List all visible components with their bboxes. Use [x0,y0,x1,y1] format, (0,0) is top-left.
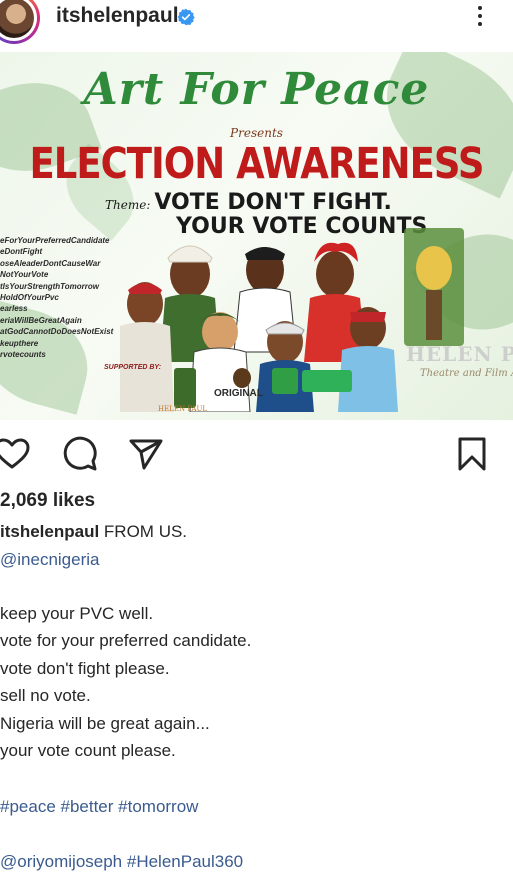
poster-hashtag: earless [0,304,28,314]
caption: itshelenpaul FROM US. [0,522,187,542]
poster-hashtag: tIsYourStrengthTomorrow [0,281,99,291]
poster-hashtag: HoldOfYourPvc [0,292,59,302]
caption-line: sell no vote. [0,686,91,705]
poster-title: Art For Peace [83,64,430,115]
bookmark-icon[interactable] [454,436,490,472]
avatar[interactable] [0,0,40,44]
action-bar [0,428,513,480]
poster-hashtag: oseAleaderDontCauseWar [0,258,101,268]
poster-event-title: ELECTION AWARENESS [29,138,485,189]
comment-icon[interactable] [62,436,98,472]
original-creation-text: ORIGINAL [214,388,263,399]
verified-badge-icon [177,8,195,26]
likes-count[interactable]: 2,069 likes [0,490,95,512]
poster-hashtag: eDontFight [0,247,43,257]
poster-hashtag: rvotecounts [0,349,46,359]
poster-theme-line-1: Theme: VOTE DON'T FIGHT. [105,190,392,215]
poster-hashtag: NotYourVote [0,270,49,280]
theme-label: Theme: [105,198,151,212]
supported-by-label: SUPPORTED BY: [104,364,162,371]
helen-paul-logo-icon [174,368,196,408]
poster-hashtag: atGodCannotDoDoesNotExist [0,327,114,337]
sponsor-logo-icon [302,370,352,392]
poster-hashtag: eriaWillBeGreatAgain [0,315,82,325]
caption-line: vote for your preferred candidate. [0,631,252,650]
illustrated-people [120,242,398,412]
username[interactable]: itshelenpaul [56,4,179,28]
mention-link[interactable]: @inecnigeria [0,550,99,570]
theme-text: VOTE DON'T FIGHT. [154,190,392,215]
caption-line: vote don't fight please. [0,659,170,678]
poster-hashtag-list: eForYourPreferredCandidate eDontFight os… [0,236,140,361]
caption-text: FROM US. [103,522,188,541]
poster-hashtag: keupthere [0,338,39,348]
more-vertical-icon[interactable] [470,2,490,34]
helen-paul-subtitle: Theatre and Film Academy [420,368,513,379]
sponsor-logo-icon [272,368,298,394]
original-creation-logo-icon [233,368,251,388]
theatre-mask-logo-icon [404,228,464,346]
post-header: itshelenpaul [0,0,513,52]
caption-line: your vote count please. [0,741,176,760]
mention-hashtag-links[interactable]: @oriyomijoseph #HelenPaul360 [0,852,243,872]
post-image[interactable]: Art For Peace Presents ELECTION AWARENES… [0,52,513,420]
helen-paul-small-text: HELEN PAUL [158,405,207,413]
caption-username[interactable]: itshelenpaul [0,522,99,541]
caption-line: Nigeria will be great again... [0,714,210,733]
poster-hashtag: eForYourPreferredCandidate [0,236,110,245]
caption-line: keep your PVC well. [0,604,154,623]
heart-icon[interactable] [0,436,30,472]
hashtag-links[interactable]: #peace #better #tomorrow [0,797,198,817]
helen-paul-watermark: HELEN PAUL [406,342,513,366]
send-icon[interactable] [128,436,164,472]
